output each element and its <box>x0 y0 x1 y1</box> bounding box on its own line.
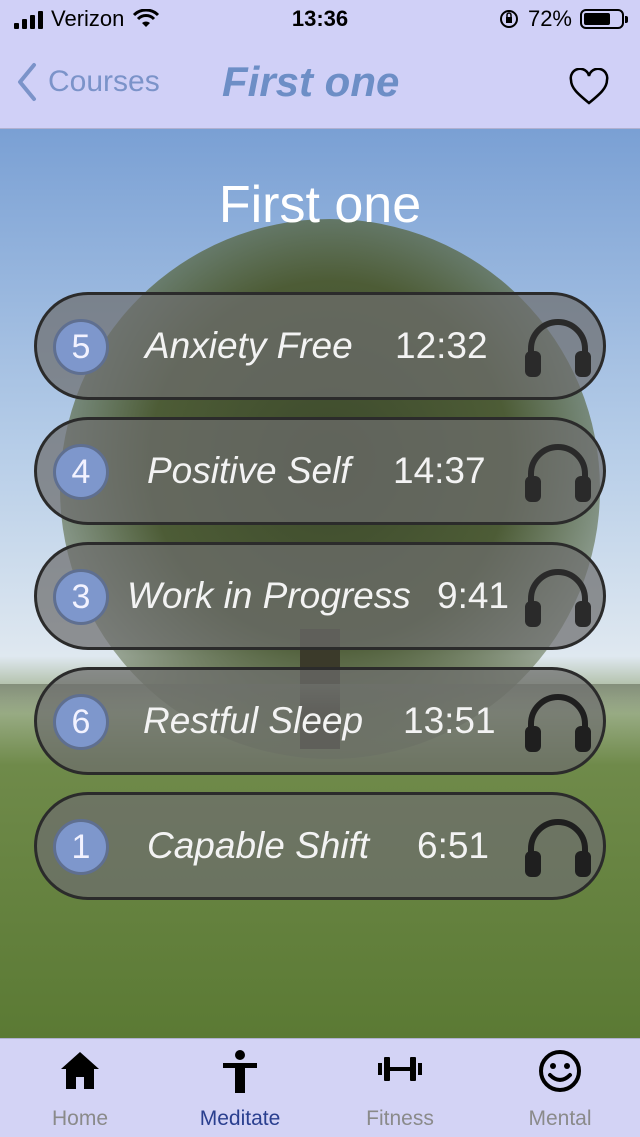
status-bar: Verizon 13:36 72% <box>0 0 640 40</box>
battery-icon <box>580 9 628 29</box>
headphones-icon[interactable] <box>521 315 595 379</box>
back-button[interactable]: Courses <box>16 62 160 102</box>
track-duration: 12:32 <box>395 325 488 366</box>
track-name: Restful Sleep <box>143 700 364 741</box>
orientation-lock-icon <box>499 10 518 28</box>
tab-meditate[interactable]: Meditate <box>160 1039 320 1137</box>
track-item[interactable]: 3 Work in Progress 9:41 <box>34 542 606 650</box>
tab-mental[interactable]: Mental <box>480 1039 640 1137</box>
track-name: Anxiety Free <box>145 325 353 366</box>
headphones-icon[interactable] <box>521 690 595 754</box>
track-item[interactable]: 6 Restful Sleep 13:51 <box>34 667 606 775</box>
track-duration: 14:37 <box>393 450 486 491</box>
track-name: Capable Shift <box>147 825 370 866</box>
tab-home[interactable]: Home <box>0 1039 160 1137</box>
tab-label: Mental <box>528 1107 592 1130</box>
battery-percent: 72% <box>527 6 572 31</box>
track-item[interactable]: 1 Capable Shift 6:51 <box>34 792 606 900</box>
headphones-icon[interactable] <box>521 815 595 879</box>
tab-fitness[interactable]: Fitness <box>320 1039 480 1137</box>
track-item[interactable]: 5 Anxiety Free 12:32 <box>34 292 606 400</box>
track-number-badge: 6 <box>53 694 109 750</box>
course-content: First one 5 Anxiety Free 12:32 4 Positiv… <box>0 129 640 1038</box>
home-icon <box>61 1052 99 1089</box>
tab-bar: Home Meditate Fitness Mental <box>0 1038 640 1137</box>
navigation-bar: Courses First one <box>0 40 640 129</box>
track-duration: 13:51 <box>403 700 496 741</box>
chevron-left-icon <box>18 63 36 101</box>
track-number-badge: 4 <box>53 444 109 500</box>
tab-label: Fitness <box>366 1107 434 1130</box>
tab-label: Meditate <box>199 1107 281 1130</box>
status-right: 72% <box>498 6 628 32</box>
headphones-icon[interactable] <box>521 565 595 629</box>
track-duration: 6:51 <box>417 825 490 866</box>
track-number-badge: 1 <box>53 819 109 875</box>
track-name: Positive Self <box>147 450 351 491</box>
smiley-icon <box>539 1050 581 1092</box>
page-title: First one <box>222 58 400 105</box>
back-label: Courses <box>48 65 160 98</box>
track-number-badge: 5 <box>53 319 109 375</box>
course-title: First one <box>218 176 422 234</box>
person-icon <box>223 1050 257 1093</box>
heart-icon <box>569 67 609 105</box>
track-duration: 9:41 <box>437 575 510 616</box>
track-name: Work in Progress <box>127 575 411 616</box>
tab-label: Home <box>51 1107 109 1130</box>
favorite-button[interactable] <box>568 67 610 111</box>
headphones-icon[interactable] <box>521 440 595 504</box>
track-number-badge: 3 <box>53 569 109 625</box>
dumbbell-icon <box>378 1057 422 1081</box>
track-item[interactable]: 4 Positive Self 14:37 <box>34 417 606 525</box>
